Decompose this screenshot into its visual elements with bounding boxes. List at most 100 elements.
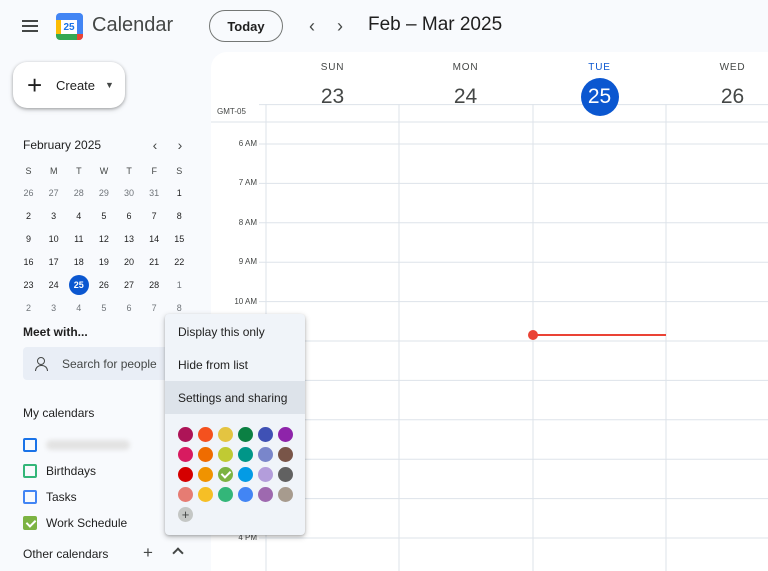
mini-day[interactable]: 7: [142, 204, 167, 227]
main-menu-button[interactable]: [14, 12, 46, 40]
calendar-checkbox[interactable]: [23, 438, 37, 452]
calendar-item[interactable]: Work Schedule: [23, 513, 127, 533]
menu-item-settings-sharing[interactable]: Settings and sharing: [165, 381, 305, 414]
day-header[interactable]: TUE 25: [533, 52, 666, 122]
color-swatch[interactable]: [258, 447, 273, 462]
mini-day[interactable]: 22: [167, 250, 192, 273]
color-swatch[interactable]: [238, 487, 253, 502]
mini-day[interactable]: 28: [142, 273, 167, 296]
day-number[interactable]: 26: [714, 78, 752, 116]
day-header[interactable]: SUN 23: [266, 52, 399, 122]
color-swatch[interactable]: [178, 427, 193, 442]
mini-day[interactable]: 18: [66, 250, 91, 273]
mini-day[interactable]: 6: [117, 204, 142, 227]
color-swatch[interactable]: [238, 427, 253, 442]
mini-day[interactable]: 12: [91, 227, 116, 250]
calendar-checkbox[interactable]: [23, 516, 37, 530]
mini-day[interactable]: 24: [41, 273, 66, 296]
previous-week-button[interactable]: ‹: [300, 14, 324, 38]
mini-day[interactable]: 21: [142, 250, 167, 273]
color-swatch[interactable]: [198, 487, 213, 502]
collapse-chevron-up-icon[interactable]: [171, 544, 185, 558]
mini-day[interactable]: 14: [142, 227, 167, 250]
mini-day[interactable]: 19: [91, 250, 116, 273]
color-swatch[interactable]: [278, 447, 293, 462]
mini-day[interactable]: 2: [16, 296, 41, 319]
color-swatch[interactable]: [198, 467, 213, 482]
mini-day[interactable]: 4: [66, 296, 91, 319]
mini-next-month-button[interactable]: ›: [171, 137, 189, 153]
menu-item-display-only[interactable]: Display this only: [165, 315, 305, 348]
mini-day[interactable]: 3: [41, 296, 66, 319]
color-swatch[interactable]: [198, 427, 213, 442]
calendar-item[interactable]: Birthdays: [23, 461, 96, 481]
color-swatch[interactable]: [178, 487, 193, 502]
color-swatch[interactable]: [278, 427, 293, 442]
mini-day[interactable]: 5: [91, 296, 116, 319]
color-swatch[interactable]: [258, 467, 273, 482]
color-swatch[interactable]: [278, 487, 293, 502]
color-swatch[interactable]: [238, 467, 253, 482]
color-swatch[interactable]: [218, 427, 233, 442]
create-button[interactable]: + Create ▼: [13, 62, 125, 108]
other-calendars-title[interactable]: Other calendars: [23, 547, 108, 561]
color-swatch[interactable]: [238, 447, 253, 462]
mini-day[interactable]: 13: [117, 227, 142, 250]
day-number[interactable]: 24: [447, 78, 485, 116]
color-swatch[interactable]: [258, 487, 273, 502]
mini-day[interactable]: 8: [167, 204, 192, 227]
color-swatch[interactable]: [178, 467, 193, 482]
calendar-item[interactable]: [23, 435, 130, 455]
mini-previous-month-button[interactable]: ‹: [146, 137, 164, 153]
mini-day[interactable]: 1: [167, 181, 192, 204]
mini-day[interactable]: 7: [142, 296, 167, 319]
mini-day[interactable]: 26: [16, 181, 41, 204]
mini-day[interactable]: 15: [167, 227, 192, 250]
day-number[interactable]: 25: [580, 78, 619, 116]
color-swatch[interactable]: [218, 487, 233, 502]
mini-day[interactable]: 10: [41, 227, 66, 250]
mini-day[interactable]: 5: [91, 204, 116, 227]
today-button[interactable]: Today: [209, 10, 283, 42]
color-swatch[interactable]: [278, 467, 293, 482]
mini-day[interactable]: 27: [41, 181, 66, 204]
color-swatch-selected[interactable]: [218, 467, 233, 482]
mini-day[interactable]: 1: [167, 273, 192, 296]
calendar-item[interactable]: Tasks: [23, 487, 77, 507]
mini-day[interactable]: 27: [117, 273, 142, 296]
day-header[interactable]: WED 26: [666, 52, 768, 122]
mini-day[interactable]: 2: [16, 204, 41, 227]
mini-day[interactable]: 4: [66, 204, 91, 227]
next-week-button[interactable]: ›: [328, 14, 352, 38]
add-other-calendar-plus-icon[interactable]: +: [143, 543, 153, 563]
mini-day[interactable]: 17: [41, 250, 66, 273]
calendar-logo-icon[interactable]: 25: [56, 13, 83, 40]
my-calendars-title[interactable]: My calendars: [23, 406, 94, 420]
search-people-box[interactable]: [23, 347, 173, 380]
color-swatch[interactable]: [218, 447, 233, 462]
color-swatch[interactable]: [258, 427, 273, 442]
mini-day[interactable]: 9: [16, 227, 41, 250]
mini-day[interactable]: 30: [117, 181, 142, 204]
mini-day[interactable]: 11: [66, 227, 91, 250]
mini-day[interactable]: 28: [66, 181, 91, 204]
app-title[interactable]: Calendar: [92, 14, 173, 37]
calendar-checkbox[interactable]: [23, 490, 37, 504]
mini-day[interactable]: 20: [117, 250, 142, 273]
mini-day[interactable]: 6: [117, 296, 142, 319]
mini-day[interactable]: 26: [91, 273, 116, 296]
add-custom-color-icon[interactable]: +: [178, 507, 193, 522]
search-people-input[interactable]: [62, 356, 162, 371]
mini-day[interactable]: 23: [16, 273, 41, 296]
mini-day[interactable]: 3: [41, 204, 66, 227]
day-number[interactable]: 23: [314, 78, 352, 116]
mini-day[interactable]: 29: [91, 181, 116, 204]
mini-day[interactable]: 31: [142, 181, 167, 204]
color-swatch[interactable]: [178, 447, 193, 462]
mini-day[interactable]: 16: [16, 250, 41, 273]
day-header[interactable]: MON 24: [399, 52, 532, 122]
menu-item-hide-from-list[interactable]: Hide from list: [165, 348, 305, 381]
color-swatch[interactable]: [198, 447, 213, 462]
mini-day-today[interactable]: 25: [66, 273, 91, 296]
calendar-checkbox[interactable]: [23, 464, 37, 478]
